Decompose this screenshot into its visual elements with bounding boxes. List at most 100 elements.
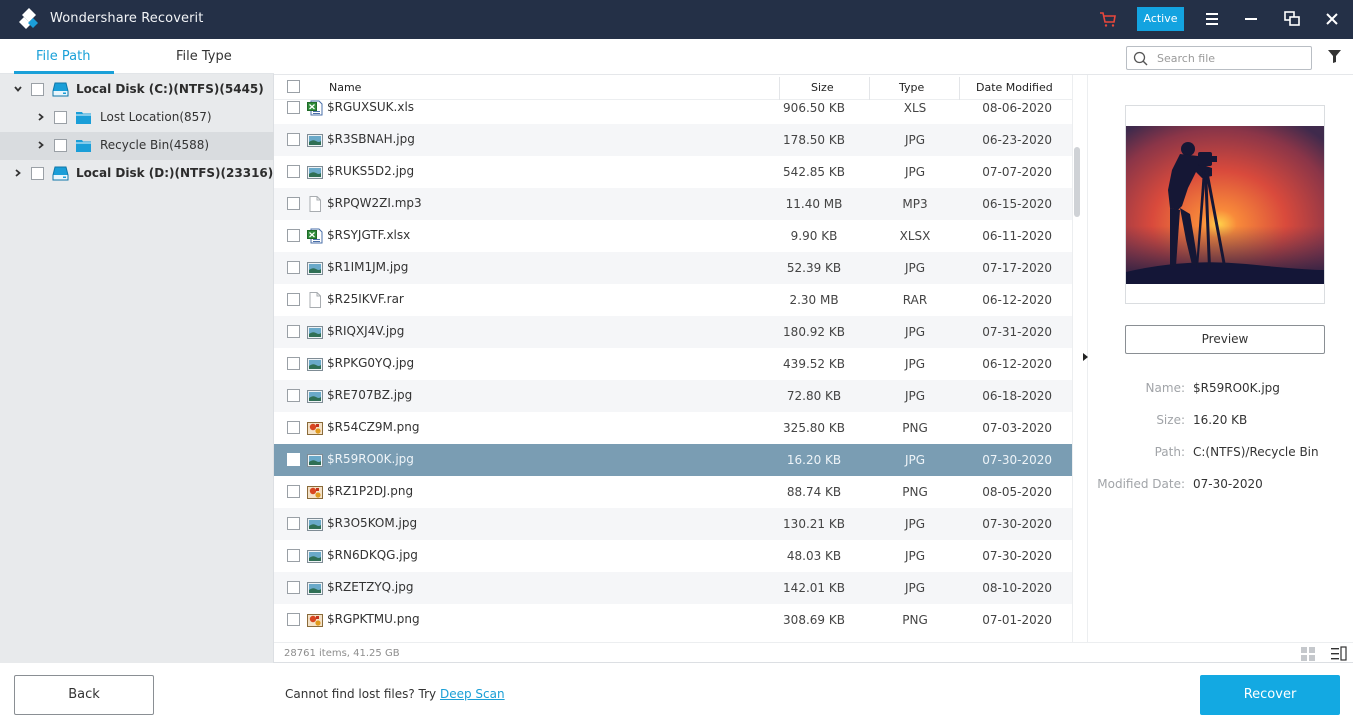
select-all-checkbox[interactable]	[287, 80, 300, 93]
file-size: 178.50 KB	[783, 133, 845, 147]
row-checkbox[interactable]	[287, 485, 300, 498]
row-checkbox[interactable]	[287, 453, 300, 466]
file-row[interactable]: $R3O5KOM.jpg 130.21 KB JPG 07-30-2020	[274, 508, 1072, 540]
file-name: $RZ1P2DJ.png	[327, 484, 414, 498]
row-checkbox[interactable]	[287, 101, 300, 114]
file-row[interactable]: $RPQW2ZI.mp3 11.40 MB MP3 06-15-2020	[274, 188, 1072, 220]
column-header-date[interactable]: Date Modified	[976, 81, 1053, 94]
file-name: $R1IM1JM.jpg	[327, 260, 409, 274]
row-checkbox[interactable]	[287, 165, 300, 178]
file-type: JPG	[904, 261, 926, 275]
row-checkbox[interactable]	[287, 133, 300, 146]
file-date: 07-17-2020	[982, 261, 1052, 275]
file-row[interactable]: $RUKS5D2.jpg 542.85 KB JPG 07-07-2020	[274, 156, 1072, 188]
file-type: JPG	[904, 325, 926, 339]
tab-file-type[interactable]: File Type	[176, 49, 232, 64]
row-checkbox[interactable]	[287, 517, 300, 530]
column-divider[interactable]	[779, 77, 780, 100]
file-size: 11.40 MB	[785, 197, 843, 211]
active-button[interactable]: Active	[1137, 7, 1184, 31]
row-checkbox[interactable]	[287, 389, 300, 402]
column-divider[interactable]	[869, 77, 870, 100]
file-name: $RUKS5D2.jpg	[327, 164, 415, 178]
tab-file-path[interactable]: File Path	[36, 49, 90, 64]
filter-icon[interactable]	[1327, 49, 1342, 64]
column-divider[interactable]	[959, 77, 960, 100]
file-type: JPG	[904, 165, 926, 179]
chevron-down-icon[interactable]	[13, 84, 23, 94]
file-type: JPG	[904, 581, 926, 595]
file-row[interactable]: $RGPKTMU.png 308.69 KB PNG 07-01-2020	[274, 604, 1072, 636]
file-row[interactable]: $R1IM1JM.jpg 52.39 KB JPG 07-17-2020	[274, 252, 1072, 284]
row-checkbox[interactable]	[287, 293, 300, 306]
detail-size-label: Size:	[1156, 413, 1185, 427]
file-date: 08-10-2020	[982, 581, 1052, 595]
image-file-icon	[307, 518, 323, 531]
file-row[interactable]: $RPKG0YQ.jpg 439.52 KB JPG 06-12-2020	[274, 348, 1072, 380]
title-bar: Wondershare Recoverit Active	[0, 0, 1353, 39]
file-row[interactable]: $RIQXJ4V.jpg 180.92 KB JPG 07-31-2020	[274, 316, 1072, 348]
tree-item-recycle-bin[interactable]: Recycle Bin(4588)	[0, 132, 274, 160]
search-input[interactable]	[1157, 50, 1307, 67]
close-icon[interactable]	[1322, 9, 1342, 29]
file-row[interactable]: $RZ1P2DJ.png 88.74 KB PNG 08-05-2020	[274, 476, 1072, 508]
preview-button[interactable]: Preview	[1125, 325, 1325, 354]
file-type: XLS	[903, 101, 927, 115]
file-row[interactable]: $RN6DKQG.jpg 48.03 KB JPG 07-30-2020	[274, 540, 1072, 572]
menu-icon[interactable]	[1202, 9, 1222, 29]
deep-scan-link[interactable]: Deep Scan	[440, 687, 505, 701]
details-panel: Preview Name: $R59RO0K.jpg Size: 16.20 K…	[1089, 75, 1353, 642]
row-checkbox[interactable]	[287, 357, 300, 370]
file-row[interactable]: $R25IKVF.rar 2.30 MB RAR 06-12-2020	[274, 284, 1072, 316]
row-checkbox[interactable]	[287, 421, 300, 434]
folder-icon	[76, 140, 91, 152]
grid-view-icon[interactable]	[1301, 647, 1315, 661]
file-name: $RPKG0YQ.jpg	[327, 356, 415, 370]
row-checkbox[interactable]	[287, 325, 300, 338]
file-name: $RN6DKQG.jpg	[327, 548, 418, 562]
file-type: JPG	[904, 517, 926, 531]
row-checkbox[interactable]	[287, 581, 300, 594]
back-button[interactable]: Back	[14, 675, 154, 715]
row-checkbox[interactable]	[287, 261, 300, 274]
scrollbar-thumb[interactable]	[1074, 147, 1080, 217]
file-row[interactable]: $R3SBNAH.jpg 178.50 KB JPG 06-23-2020	[274, 124, 1072, 156]
row-checkbox[interactable]	[287, 613, 300, 626]
recover-button[interactable]: Recover	[1200, 675, 1340, 715]
file-row[interactable]: $R54CZ9M.png 325.80 KB PNG 07-03-2020	[274, 412, 1072, 444]
column-header-size[interactable]: Size	[811, 81, 834, 94]
tree-item-disk-d[interactable]: Local Disk (D:)(NTFS)(23316)	[0, 160, 274, 188]
column-header-name[interactable]: Name	[329, 81, 361, 94]
list-view-icon[interactable]	[1331, 646, 1347, 661]
file-row[interactable]: $RZETZYQ.jpg 142.01 KB JPG 08-10-2020	[274, 572, 1072, 604]
row-checkbox[interactable]	[287, 549, 300, 562]
restore-icon[interactable]	[1282, 9, 1302, 29]
file-row[interactable]: $RE707BZ.jpg 72.80 KB JPG 06-18-2020	[274, 380, 1072, 412]
row-checkbox[interactable]	[287, 229, 300, 242]
tree-item-disk-c[interactable]: Local Disk (C:)(NTFS)(5445)	[0, 76, 274, 104]
file-row[interactable]: $R59RO0K.jpg 16.20 KB JPG 07-30-2020	[274, 444, 1072, 476]
deep-scan-hint: Cannot find lost files? Try Deep Scan	[285, 687, 505, 701]
checkbox[interactable]	[31, 167, 44, 180]
checkbox[interactable]	[31, 83, 44, 96]
file-type: MP3	[902, 197, 928, 211]
tree-item-lost-location[interactable]: Lost Location(857)	[0, 104, 274, 132]
column-header-type[interactable]: Type	[899, 81, 924, 94]
checkbox[interactable]	[54, 111, 67, 124]
search-box[interactable]	[1126, 46, 1312, 70]
minimize-icon[interactable]	[1241, 9, 1261, 29]
detail-size-value: 16.20 KB	[1193, 413, 1248, 427]
generic-file-icon	[309, 292, 321, 308]
cart-icon[interactable]	[1099, 10, 1117, 28]
image-file-icon	[307, 166, 323, 179]
png-file-icon	[307, 486, 323, 499]
file-name: $RIQXJ4V.jpg	[327, 324, 405, 338]
chevron-right-icon[interactable]	[36, 112, 46, 122]
file-date: 07-31-2020	[982, 325, 1052, 339]
checkbox[interactable]	[54, 139, 67, 152]
chevron-right-icon[interactable]	[36, 140, 46, 150]
file-row[interactable]: $RSYJGTF.xlsx 9.90 KB XLSX 06-11-2020	[274, 220, 1072, 252]
image-file-icon	[307, 326, 323, 339]
chevron-right-icon[interactable]	[13, 168, 23, 178]
row-checkbox[interactable]	[287, 197, 300, 210]
